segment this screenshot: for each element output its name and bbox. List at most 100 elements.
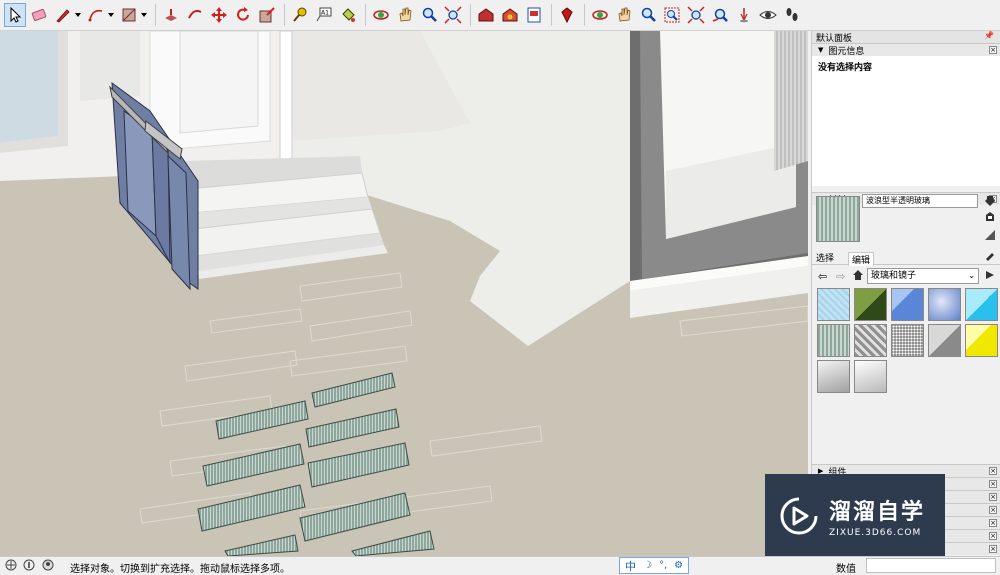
orbit-icon [373, 10, 389, 20]
tape-measure-tool-button[interactable] [289, 3, 311, 27]
model-viewport[interactable] [0, 31, 808, 556]
extension-warehouse-button[interactable] [499, 3, 521, 27]
home-icon[interactable] [852, 269, 864, 284]
create-material-icon[interactable] [984, 211, 996, 223]
material-swatch[interactable] [928, 324, 961, 357]
rectangle-icon [122, 8, 136, 22]
tray-title: 默认面板 📌 [812, 31, 1000, 44]
walk-button[interactable] [781, 3, 803, 27]
shape-tool-button[interactable] [118, 3, 140, 27]
library-select-value: 玻璃和镜子 [871, 271, 917, 281]
rotate-tool-button[interactable] [232, 3, 254, 27]
close-icon[interactable]: × [989, 493, 997, 501]
layout-button[interactable] [523, 3, 545, 27]
material-swatch[interactable] [854, 360, 887, 393]
pan-tool-button-2[interactable] [613, 3, 635, 27]
3d-warehouse-button[interactable] [475, 3, 497, 27]
close-icon[interactable]: × [989, 480, 997, 488]
close-icon[interactable]: × [989, 467, 997, 475]
shape-tools-dropdown[interactable] [140, 3, 148, 27]
extension-manager-button[interactable] [556, 3, 578, 27]
material-swatch[interactable] [854, 288, 887, 321]
eye-icon [759, 11, 777, 19]
hand-icon [399, 7, 412, 22]
zoom-extents-tool-button-2[interactable] [685, 3, 707, 27]
material-swatch[interactable] [928, 288, 961, 321]
credits-icon[interactable] [23, 559, 35, 574]
select-tool-button[interactable] [4, 3, 26, 27]
move-tool-button[interactable] [208, 3, 230, 27]
sample-paint-icon[interactable] [984, 195, 996, 207]
punctuation-icon[interactable]: °, [659, 560, 667, 571]
select-arrow-icon [10, 6, 22, 23]
chevron-down-icon [108, 13, 114, 17]
svg-text:A1: A1 [321, 10, 329, 17]
library-select[interactable]: 玻璃和镜子 ⌄ [867, 268, 979, 284]
close-icon[interactable]: × [989, 519, 997, 527]
material-swatch[interactable] [817, 324, 850, 357]
toolbar-separator [470, 4, 471, 26]
pencil-tool-button[interactable] [52, 3, 74, 27]
eyedropper-icon[interactable] [984, 249, 996, 264]
previous-view-button[interactable] [709, 3, 731, 27]
eraser-icon [31, 8, 47, 22]
zoom-window-tool-button[interactable] [661, 3, 683, 27]
zoom-icon [422, 7, 437, 22]
material-name-field[interactable]: 波浪型半透明玻璃 [862, 194, 978, 208]
text-tool-button[interactable]: A1 [313, 3, 335, 27]
geo-location-icon[interactable] [5, 559, 17, 574]
look-around-button[interactable] [757, 3, 779, 27]
entity-info-section-header[interactable]: ▼ 图元信息 × [812, 43, 1000, 57]
toolbar-separator [365, 4, 366, 26]
footprints-icon [786, 8, 798, 21]
material-swatch[interactable] [817, 360, 850, 393]
watermark-logo: 溜溜自学 ZIXUE.3D66.COM [765, 474, 945, 558]
gear-icon[interactable]: ⚙ [674, 560, 683, 571]
zoom-tool-button-2[interactable] [637, 3, 659, 27]
arc-tools-dropdown[interactable] [107, 3, 115, 27]
pin-icon[interactable]: 📌 [984, 31, 994, 40]
main-toolbar: A1 [0, 0, 1000, 31]
material-swatch[interactable] [854, 324, 887, 357]
entity-info-body: 没有选择内容 [812, 56, 1000, 186]
arc-tool-button[interactable] [85, 3, 107, 27]
close-icon[interactable]: × [989, 506, 997, 514]
scale-tool-button[interactable] [256, 3, 278, 27]
paint-bucket-tool-button[interactable] [337, 3, 359, 27]
user-account-icon[interactable] [42, 559, 54, 574]
push-pull-tool-button[interactable] [160, 3, 182, 27]
move-icon [211, 7, 227, 23]
orbit-tool-button[interactable] [370, 3, 392, 27]
material-swatch[interactable] [965, 288, 998, 321]
eraser-tool-button[interactable] [28, 3, 50, 27]
ime-mode-label[interactable]: 中 [625, 558, 636, 574]
close-icon[interactable]: × [989, 46, 997, 54]
moon-icon[interactable]: ☽ [643, 560, 652, 571]
entity-info-text: 没有选择内容 [818, 63, 873, 73]
material-preview [816, 196, 860, 242]
line-tools-dropdown[interactable] [74, 3, 82, 27]
forward-arrow-icon[interactable]: ⇨ [836, 270, 845, 283]
details-arrow-icon[interactable] [984, 269, 996, 284]
close-icon[interactable]: × [989, 532, 997, 540]
orbit-tool-button-2[interactable] [589, 3, 611, 27]
back-arrow-icon[interactable]: ⇦ [818, 270, 827, 283]
material-swatch[interactable] [891, 288, 924, 321]
material-swatch[interactable] [965, 324, 998, 357]
watermark-url: ZIXUE.3D66.COM [829, 528, 922, 538]
default-material-icon[interactable] [984, 229, 996, 241]
rotate-icon [237, 7, 249, 21]
measurements-label: 数值 [836, 564, 856, 575]
material-swatch[interactable] [817, 288, 850, 321]
zoom-extents-tool-button[interactable] [442, 3, 464, 27]
zoom-tool-button[interactable] [418, 3, 440, 27]
position-camera-button[interactable] [733, 3, 755, 27]
tab-edit[interactable]: 编辑 [848, 252, 875, 266]
follow-me-tool-button[interactable] [184, 3, 206, 27]
tab-select[interactable]: 选择 [816, 251, 834, 264]
material-swatch[interactable] [891, 324, 924, 357]
chevron-down-icon: ⌄ [968, 271, 975, 280]
close-icon[interactable]: × [989, 545, 997, 553]
pan-tool-button[interactable] [394, 3, 416, 27]
measurements-input[interactable] [866, 558, 996, 573]
